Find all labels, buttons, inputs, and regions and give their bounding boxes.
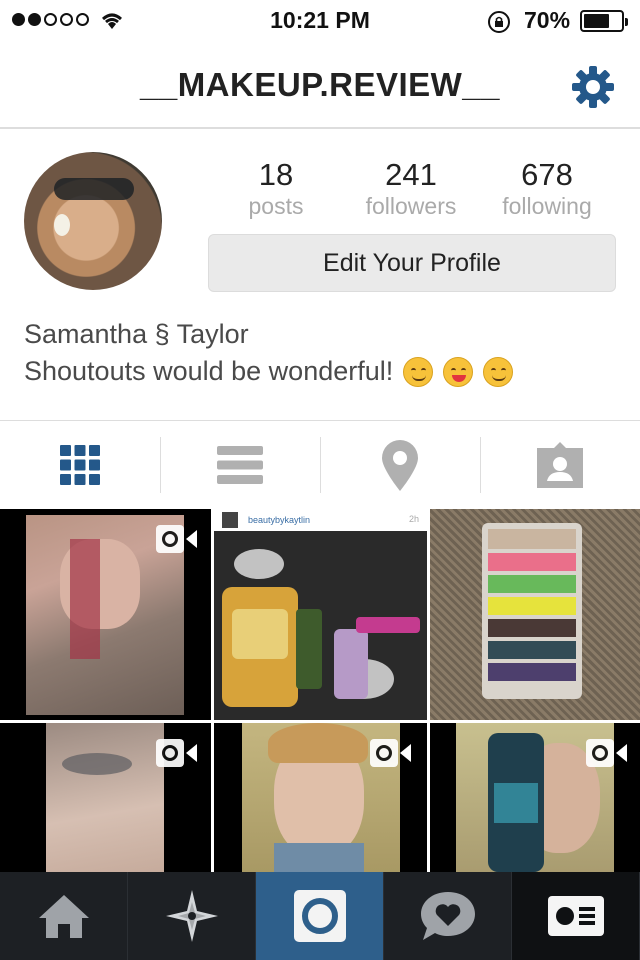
tab-activity[interactable]	[384, 872, 512, 960]
grid-icon	[60, 445, 100, 485]
video-indicator-icon	[370, 739, 412, 767]
user-avatar	[222, 512, 238, 528]
followers-count: 241	[385, 157, 437, 192]
home-icon	[38, 895, 89, 938]
post-header: beautybykaytlin 2h	[214, 509, 427, 531]
tab-home[interactable]	[0, 872, 128, 960]
tab-list[interactable]	[160, 421, 320, 509]
bio-text: Shoutouts would be wonderful!	[24, 356, 394, 386]
smiling-face-emoji	[483, 356, 514, 387]
tab-profile[interactable]	[512, 872, 640, 960]
tab-explore[interactable]	[128, 872, 256, 960]
following-label: following	[502, 193, 592, 219]
tab-location[interactable]	[320, 421, 480, 509]
posts-stat[interactable]: 18 posts	[206, 158, 346, 220]
grid-photo[interactable]	[0, 509, 211, 720]
location-pin-icon	[382, 440, 418, 491]
post-username: beautybykaytlin	[248, 515, 311, 525]
gear-icon[interactable]	[570, 64, 616, 110]
activity-icon	[420, 892, 475, 940]
grid-photo[interactable]	[214, 723, 427, 872]
squinting-tongue-emoji	[443, 356, 474, 387]
camera-icon	[293, 890, 346, 942]
avatar[interactable]	[24, 152, 162, 290]
profile-name: Samantha § Taylor	[24, 319, 249, 349]
post-time: 2h	[408, 514, 419, 524]
edit-profile-button[interactable]: Edit Your Profile	[208, 234, 616, 292]
smiling-face-emoji	[403, 356, 434, 387]
posts-label: posts	[248, 193, 304, 219]
following-count: 678	[521, 157, 573, 192]
profile-bio: Shoutouts would be wonderful!	[24, 356, 514, 387]
video-indicator-icon	[586, 739, 628, 767]
view-mode-tabs	[0, 421, 640, 509]
tab-grid[interactable]	[0, 421, 160, 509]
video-indicator-icon	[156, 525, 198, 553]
profile-card-icon	[547, 896, 604, 936]
tab-tagged[interactable]	[480, 421, 640, 509]
nav-header: __MAKEUP.REVIEW__	[0, 42, 640, 129]
grid-photo[interactable]	[0, 723, 211, 872]
followers-stat[interactable]: 241 followers	[341, 158, 481, 220]
battery-icon	[580, 10, 628, 32]
bottom-tab-bar	[0, 872, 640, 960]
orientation-lock-icon	[488, 11, 510, 33]
photo-grid: beautybykaytlin 2h	[0, 509, 640, 872]
grid-photo[interactable]	[430, 723, 640, 872]
explore-icon	[165, 890, 218, 942]
grid-photo[interactable]	[430, 509, 640, 720]
followers-label: followers	[365, 193, 457, 219]
list-icon	[217, 446, 263, 484]
status-bar: 10:21 PM 70%	[0, 0, 640, 42]
page-title: __MAKEUP.REVIEW__	[139, 66, 500, 103]
following-stat[interactable]: 678 following	[477, 158, 617, 220]
video-indicator-icon	[156, 739, 198, 767]
grid-photo[interactable]: beautybykaytlin 2h	[214, 509, 427, 720]
posts-count: 18	[258, 157, 294, 192]
battery-percent: 70%	[524, 7, 571, 33]
tab-camera[interactable]	[256, 872, 384, 960]
tagged-photos-icon	[537, 442, 583, 488]
